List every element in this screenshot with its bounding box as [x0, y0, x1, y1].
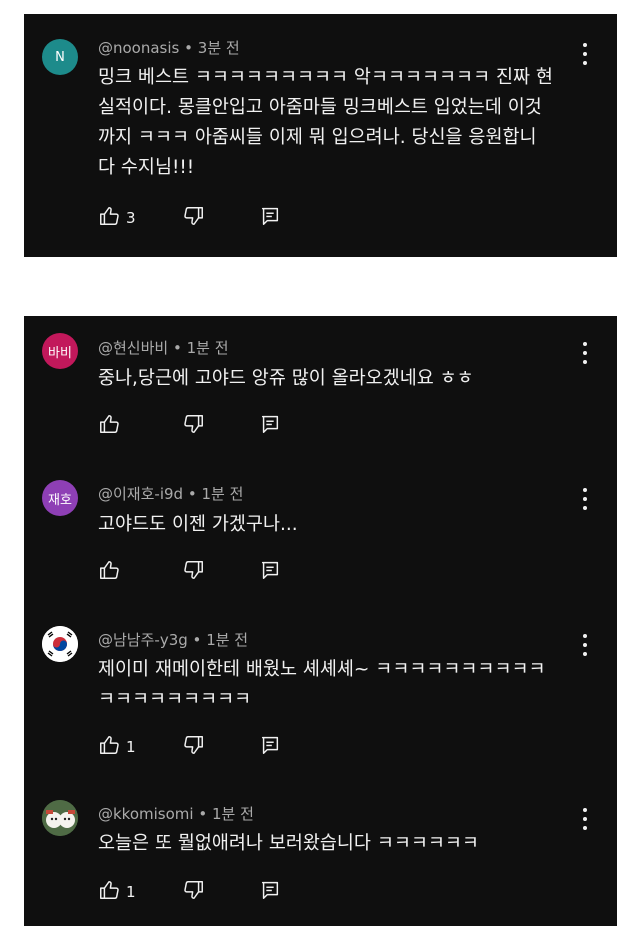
avatar-initial: 재호: [48, 492, 72, 508]
dislike-button[interactable]: [183, 880, 205, 904]
comment-meta: @현신바비 • 1분 전: [98, 337, 229, 358]
comment-panel-bottom: 바비 @현신바비 • 1분 전 중나,당근에 고야드 앙쥬 많이 올라오겠네요 …: [24, 316, 617, 926]
meta-separator: •: [192, 631, 202, 649]
comment-actions: 3: [98, 206, 318, 230]
comment-actions: [98, 414, 318, 438]
more-vert-icon[interactable]: [579, 488, 591, 510]
thumbs-down-icon: [183, 879, 205, 905]
like-count: 1: [126, 883, 136, 901]
like-count: 3: [126, 209, 136, 227]
reply-button[interactable]: [259, 560, 281, 584]
like-button[interactable]: 1: [98, 735, 136, 759]
comment-author[interactable]: @남남주-y3g: [98, 631, 188, 649]
meta-separator: •: [184, 39, 193, 57]
comment-time[interactable]: 1분 전: [187, 339, 229, 357]
reply-icon: [259, 879, 281, 905]
dislike-button[interactable]: [183, 414, 205, 438]
like-button[interactable]: [98, 414, 126, 438]
comment-meta: @noonasis • 3분 전: [98, 37, 240, 58]
dislike-button[interactable]: [183, 206, 205, 230]
thumbs-down-icon: [183, 734, 205, 760]
comment-panel-top: N @noonasis • 3분 전 밍크 베스트 ㅋㅋㅋㅋㅋㅋㅋㅋㅋ 악ㅋㅋㅋ…: [24, 14, 617, 257]
avatar[interactable]: [42, 626, 78, 662]
thumbs-up-icon: [98, 734, 120, 760]
reply-icon: [259, 559, 281, 585]
reply-icon: [259, 734, 281, 760]
comment-author[interactable]: @kkomisomi: [98, 805, 194, 823]
thumbs-up-icon: [98, 413, 120, 439]
thumbs-up-icon: [98, 879, 120, 905]
comment-meta: @남남주-y3g • 1분 전: [98, 629, 248, 650]
comment-author[interactable]: @현신바비: [98, 339, 168, 357]
meta-separator: •: [187, 485, 197, 503]
meta-separator: •: [198, 805, 208, 823]
comment-meta: @이재호-i9d • 1분 전: [98, 483, 243, 504]
thumbs-up-icon: [98, 205, 120, 231]
like-button[interactable]: 1: [98, 880, 136, 904]
thumbs-down-icon: [183, 559, 205, 585]
more-vert-icon[interactable]: [579, 342, 591, 364]
comment-actions: 1: [98, 735, 318, 759]
comment-time[interactable]: 1분 전: [201, 485, 243, 503]
comment-text: 제이미 재메이한테 배웠노 셰셰셰~ ㅋㅋㅋㅋㅋㅋㅋㅋㅋㅋ ㅋㅋㅋㅋㅋㅋㅋㅋㅋ: [98, 659, 546, 710]
thumbs-up-icon: [98, 559, 120, 585]
dislike-button[interactable]: [183, 735, 205, 759]
reply-icon: [259, 413, 281, 439]
dislike-button[interactable]: [183, 560, 205, 584]
comment-text: 밍크 베스트 ㅋㅋㅋㅋㅋㅋㅋㅋㅋ 악ㅋㅋㅋㅋㅋㅋㅋ 진짜 현 실적이다. 몽클안…: [98, 67, 553, 178]
comment-actions: [98, 560, 318, 584]
avatar[interactable]: N: [42, 39, 78, 75]
reply-button[interactable]: [259, 414, 281, 438]
like-button[interactable]: [98, 560, 126, 584]
reply-button[interactable]: [259, 880, 281, 904]
comment-actions: 1: [98, 880, 318, 904]
reply-button[interactable]: [259, 735, 281, 759]
more-vert-icon[interactable]: [579, 808, 591, 830]
more-vert-icon[interactable]: [579, 634, 591, 656]
comment-meta: @kkomisomi • 1분 전: [98, 803, 254, 824]
reply-icon: [259, 205, 281, 231]
avatar-initial: N: [55, 49, 65, 65]
avatar[interactable]: [42, 800, 78, 836]
profile-photo-icon: [42, 800, 78, 836]
meta-separator: •: [172, 339, 182, 357]
more-vert-icon[interactable]: [579, 43, 591, 65]
avatar-initial: 바비: [48, 345, 72, 361]
reply-button[interactable]: [259, 206, 281, 230]
avatar[interactable]: 바비: [42, 333, 78, 369]
comment-author[interactable]: @이재호-i9d: [98, 485, 183, 503]
thumbs-down-icon: [183, 205, 205, 231]
comment-time[interactable]: 1분 전: [206, 631, 248, 649]
korean-flag-icon: [42, 626, 78, 662]
like-count: 1: [126, 738, 136, 756]
comment-text: 중나,당근에 고야드 앙쥬 많이 올라오겠네요 ㅎㅎ: [98, 368, 474, 389]
comment-author[interactable]: @noonasis: [98, 39, 179, 57]
comment-time[interactable]: 1분 전: [212, 805, 254, 823]
like-button[interactable]: 3: [98, 206, 136, 230]
avatar[interactable]: 재호: [42, 480, 78, 516]
comment-time[interactable]: 3분 전: [198, 39, 240, 57]
comment-text: 고야드도 이젠 가겠구나...: [98, 514, 298, 535]
thumbs-down-icon: [183, 413, 205, 439]
comment-text: 오늘은 또 뭘없애려나 보러왔습니다 ㅋㅋㅋㅋㅋㅋ: [98, 833, 479, 854]
